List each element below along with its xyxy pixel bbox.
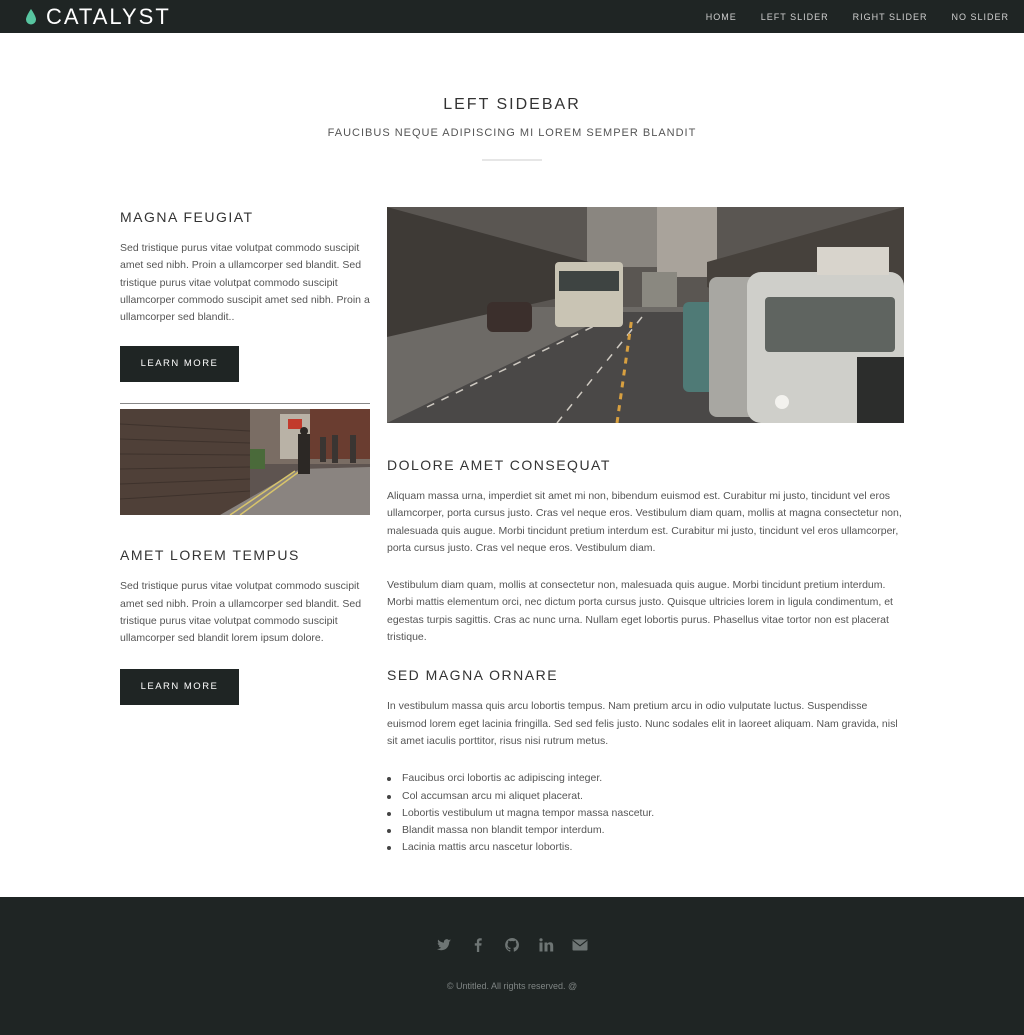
sidebar-text-2: Sed tristique purus vitae volutpat commo… [120, 580, 362, 645]
brand-logo[interactable]: CATALYST [24, 4, 171, 29]
nav-home[interactable]: HOME [706, 12, 737, 22]
section-paragraph-2: Vestibulum diam quam, mollis at consecte… [387, 579, 893, 644]
sidebar-text-1: Sed tristique purus vitae volutpat commo… [120, 242, 370, 324]
learn-more-button-2[interactable]: LEARN MORE [120, 668, 239, 705]
section-paragraph-1: Aliquam massa urna, imperdiet sit amet m… [387, 490, 902, 554]
twitter-icon[interactable] [436, 937, 452, 953]
traffic-photo [387, 207, 904, 423]
section-heading-dolore: DOLORE AMET CONSEQUAT [387, 457, 611, 473]
section-paragraph-3: In vestibulum massa quis arcu lobortis t… [387, 700, 898, 747]
sidebar-divider [120, 403, 370, 405]
top-navbar: CATALYST HOME LEFT SLIDER RIGHT SLIDER N… [0, 0, 1024, 33]
linkedin-icon[interactable] [538, 937, 554, 953]
copyright-text: © Untitled. All rights reserved. @ [446, 981, 578, 991]
main-nav: HOME LEFT SLIDER RIGHT SLIDER NO SLIDER [682, 0, 1009, 33]
nav-left-slider[interactable]: LEFT SLIDER [761, 12, 829, 22]
brand-name: CATALYST [46, 4, 171, 29]
main-content: DOLORE AMET CONSEQUAT Aliquam massa urna… [387, 207, 904, 857]
sidebar-heading-2: AMET LOREM TEMPUS [120, 547, 300, 564]
social-links [0, 937, 1024, 953]
footer: © Untitled. All rights reserved. @ [0, 897, 1024, 1035]
title-divider [482, 159, 542, 161]
page-title: LEFT SIDEBAR [443, 96, 581, 113]
sidebar: MAGNA FEUGIAT Sed tristique purus vitae … [120, 207, 370, 705]
page-subtitle: FAUCIBUS NEQUE ADIPISCING MI LOREM SEMPE… [327, 127, 697, 139]
github-icon[interactable] [504, 937, 520, 953]
feature-list: Faucibus orci lobortis ac adipiscing int… [387, 770, 904, 856]
list-item: Lacinia mattis arcu nascetur lobortis. [387, 839, 904, 856]
facebook-icon[interactable] [470, 937, 486, 953]
list-item: Col accumsan arcu mi aliquet placerat. [387, 788, 904, 805]
envelope-icon[interactable] [572, 937, 588, 953]
nav-right-slider[interactable]: RIGHT SLIDER [853, 12, 928, 22]
list-item: Blandit massa non blandit tempor interdu… [387, 822, 904, 839]
section-heading-sed-magna: SED MAGNA ORNARE [387, 667, 559, 684]
sidebar-heading-1: MAGNA FEUGIAT [120, 209, 254, 225]
droplet-icon [26, 9, 36, 25]
learn-more-button-1[interactable]: LEARN MORE [120, 346, 239, 383]
list-item: Lobortis vestibulum ut magna tempor mass… [387, 805, 904, 822]
page-header: LEFT SIDEBAR FAUCIBUS NEQUE ADIPISCING M… [0, 96, 1024, 139]
street-photo [120, 409, 370, 516]
nav-no-slider[interactable]: NO SLIDER [951, 12, 1009, 22]
list-item: Faucibus orci lobortis ac adipiscing int… [387, 770, 904, 787]
